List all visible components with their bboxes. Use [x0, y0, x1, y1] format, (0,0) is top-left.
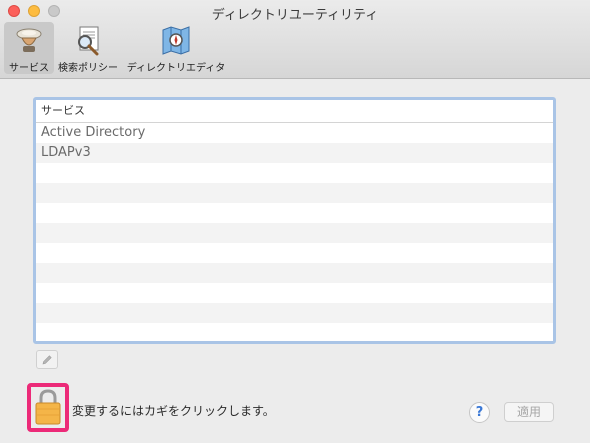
table-row	[36, 203, 553, 223]
table-row	[36, 283, 553, 303]
table-row	[36, 223, 553, 243]
help-button[interactable]: ?	[469, 402, 490, 423]
toolbar-directory-editor-label: ディレクトリエディタ	[126, 63, 226, 74]
lock-instruction-text: 変更するにはカギをクリックします。	[72, 404, 275, 418]
directory-editor-icon	[162, 26, 190, 55]
toolbar-services-label: サービス	[9, 63, 49, 74]
window-title: ディレクトリユーティリティ	[211, 8, 379, 23]
services-table[interactable]: サービス Active Directory LDAPv3	[33, 97, 556, 344]
table-row	[36, 183, 553, 203]
table-row[interactable]: Active Directory	[36, 123, 553, 143]
services-icon	[16, 28, 42, 52]
table-row	[36, 263, 553, 283]
table-row	[36, 163, 553, 183]
toolbar-search-policy[interactable]: 検索ポリシー	[57, 22, 119, 74]
lock-icon	[35, 389, 61, 425]
lock-button[interactable]	[27, 383, 69, 432]
apply-button[interactable]: 適用	[504, 402, 554, 422]
services-column-header[interactable]: サービス	[36, 100, 553, 123]
toolbar-services[interactable]: サービス	[4, 22, 54, 74]
table-row[interactable]: LDAPv3	[36, 143, 553, 163]
toolbar-search-policy-label: 検索ポリシー	[58, 63, 118, 74]
edit-service-button[interactable]	[36, 350, 58, 369]
search-policy-icon	[78, 26, 99, 56]
services-rows: Active Directory LDAPv3	[36, 123, 553, 343]
table-row	[36, 243, 553, 263]
table-row	[36, 323, 553, 343]
pencil-icon	[42, 354, 52, 364]
toolbar-directory-editor[interactable]: ディレクトリエディタ	[122, 22, 230, 74]
toolbar: ディレクトリユーティリティ サービス 検索ポリシー ディレクトリエディタ	[0, 0, 590, 79]
directory-utility-window: ディレクトリユーティリティ サービス 検索ポリシー ディレクトリエディタ サービ…	[0, 0, 590, 443]
table-row	[36, 303, 553, 323]
